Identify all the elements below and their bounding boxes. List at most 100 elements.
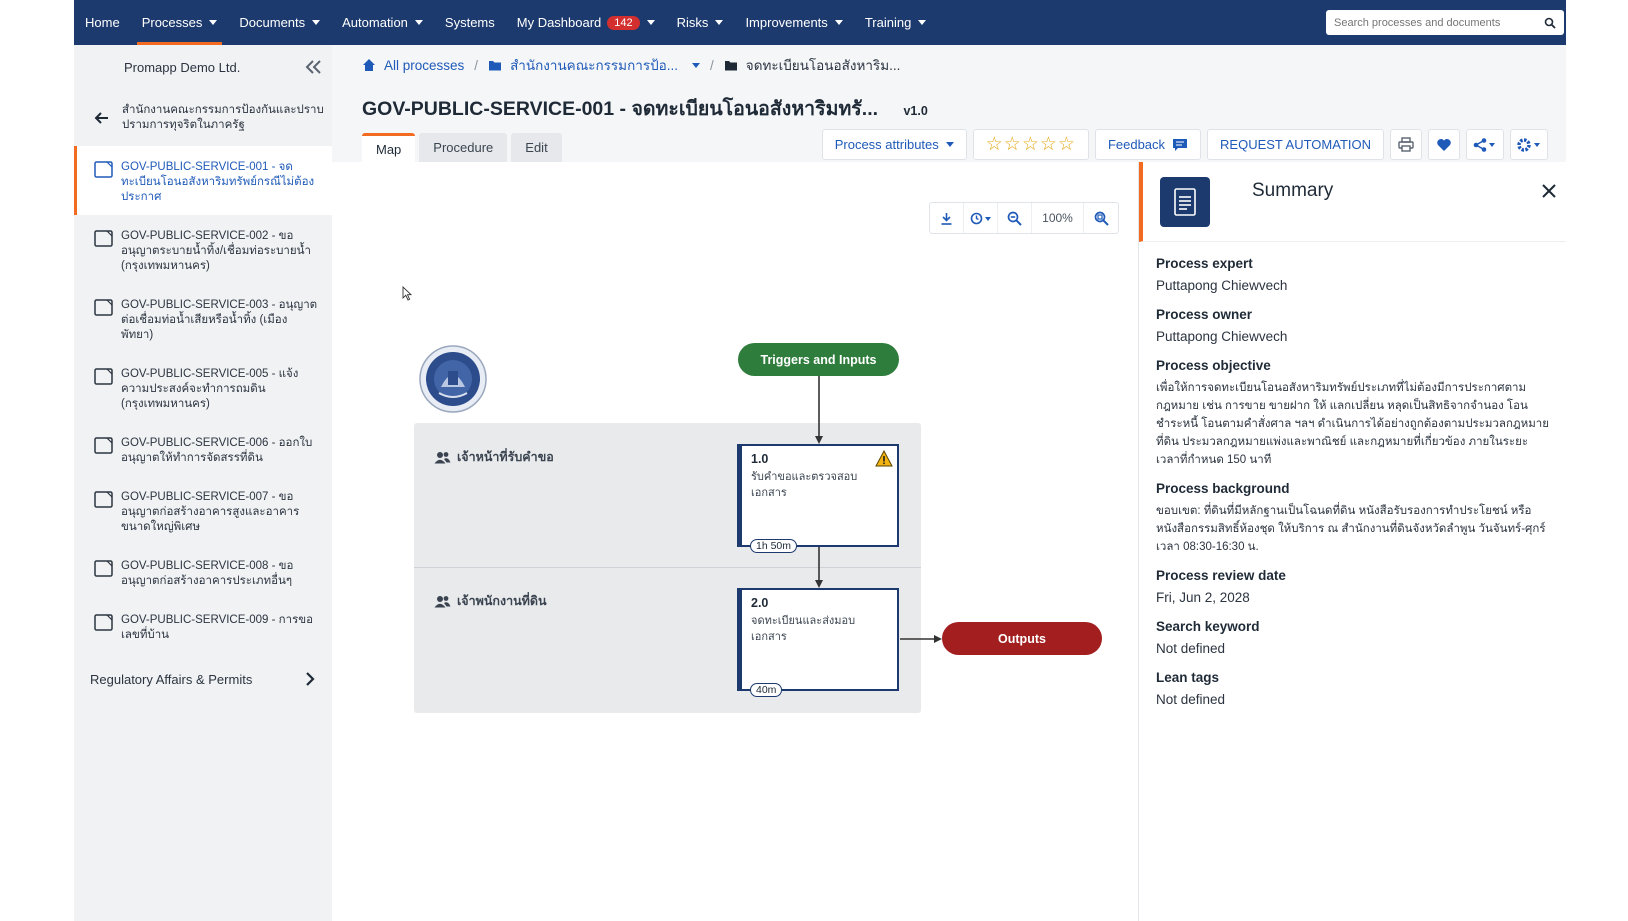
sidebar-process-label: GOV-PUBLIC-SERVICE-001 - จดทะเบียนโอนอสั… — [121, 161, 315, 203]
star-icon[interactable]: ☆☆☆☆☆ — [986, 133, 1076, 156]
nav-training[interactable]: Training — [854, 0, 937, 45]
nav-risks[interactable]: Risks — [666, 0, 735, 45]
sidebar-group-regulatory[interactable]: Regulatory Affairs & Permits — [74, 659, 332, 699]
zoom-fit-icon — [1094, 211, 1109, 226]
process-map-canvas[interactable]: 100% เจ้าหน้าที่รับคำขอ เจ้าพนักงานที่ดิ… — [332, 162, 1138, 921]
sidebar-process-label: GOV-PUBLIC-SERVICE-003 - อนุญาตต่อเชื่อม… — [121, 299, 318, 341]
users-icon — [434, 595, 451, 607]
summary-field: Process owner Puttapong Chiewvech — [1156, 307, 1550, 346]
home-icon — [363, 59, 375, 71]
tab-edit[interactable]: Edit — [511, 133, 562, 162]
nav-home[interactable]: Home — [74, 0, 131, 45]
page-title-text: GOV-PUBLIC-SERVICE-001 - จดทะเบียนโอนอสั… — [362, 98, 879, 120]
settings-button[interactable] — [1510, 129, 1548, 160]
zoom-level: 100% — [1032, 203, 1084, 233]
org-row: Promapp Demo Ltd. — [74, 45, 332, 89]
org-name: Promapp Demo Ltd. — [124, 59, 241, 75]
sidebar-process-item[interactable]: GOV-PUBLIC-SERVICE-006 - ออกใบอนุญาตให้ท… — [74, 422, 332, 476]
zoom-out-button[interactable] — [998, 203, 1032, 233]
breadcrumb-group[interactable]: สำนักงานคณะกรรมการป้อ... — [510, 54, 678, 76]
field-label: Search keyword — [1156, 619, 1260, 634]
summary-title: Summary — [1252, 179, 1334, 201]
process-doc-icon — [94, 560, 113, 577]
feedback-button[interactable]: Feedback — [1094, 129, 1202, 160]
search-box — [1326, 10, 1564, 35]
nav-systems[interactable]: Systems — [434, 0, 506, 45]
favorite-button[interactable] — [1428, 129, 1460, 160]
sidebar-process-item[interactable]: GOV-PUBLIC-SERVICE-005 - แจ้งความประสงค์… — [74, 353, 332, 422]
lane-label: เจ้าหน้าที่รับคำขอ — [434, 447, 554, 467]
nav-improvements[interactable]: Improvements — [734, 0, 853, 45]
process-doc-icon — [94, 437, 113, 454]
main-content: All processes / สำนักงานคณะกรรมการป้อ...… — [332, 45, 1566, 921]
zoom-reset-button[interactable] — [1084, 203, 1118, 233]
outputs-node[interactable]: Outputs — [942, 622, 1102, 655]
history-button[interactable] — [964, 203, 998, 233]
share-button[interactable] — [1466, 129, 1504, 160]
activity-number: 2.0 — [751, 596, 769, 610]
summary-panel: Summary Process expert Puttapong Chiewve… — [1138, 162, 1566, 921]
sidebar-process-item[interactable]: GOV-PUBLIC-SERVICE-002 - ขออนุญาตระบายน้… — [74, 215, 332, 284]
sidebar-process-item[interactable]: GOV-PUBLIC-SERVICE-003 - อนุญาตต่อเชื่อม… — [74, 284, 332, 353]
activity-box[interactable]: 1.0 รับคำขอและตรวจสอบเอกสาร 1h 50m — [737, 444, 899, 553]
chevron-down-icon — [918, 20, 927, 25]
organization-seal-logo — [419, 345, 487, 413]
folder-icon — [489, 61, 502, 71]
tab-procedure[interactable]: Procedure — [419, 133, 508, 162]
share-icon — [1473, 137, 1495, 152]
search-icon[interactable] — [1544, 17, 1556, 29]
process-doc-icon — [94, 368, 113, 385]
top-nav: Home Processes Documents Automation Syst… — [74, 0, 1566, 45]
dashboard-count-badge: 142 — [607, 15, 640, 30]
nav-processes[interactable]: Processes — [131, 0, 229, 45]
sidebar-process-item[interactable]: GOV-PUBLIC-SERVICE-007 - ขออนุญาตก่อสร้า… — [74, 476, 332, 545]
folder-icon — [724, 61, 737, 71]
double-chevron-left-icon[interactable] — [302, 56, 324, 78]
field-value: ขอบเขต: ที่ดินที่มีหลักฐานเป็นโฉนดที่ดิน… — [1156, 505, 1546, 553]
request-automation-button[interactable]: REQUEST AUTOMATION — [1207, 129, 1384, 160]
process-attributes-button[interactable]: Process attributes — [821, 129, 967, 160]
map-toolbar: 100% — [929, 202, 1119, 234]
tab-map[interactable]: Map — [362, 133, 416, 162]
chevron-down-icon[interactable] — [692, 62, 701, 68]
summary-field: Lean tags Not defined — [1156, 670, 1550, 709]
summary-field: Process review date Fri, Jun 2, 2028 — [1156, 568, 1550, 607]
download-button[interactable] — [930, 203, 964, 233]
process-toolbar: Process attributes ☆☆☆☆☆ Feedback REQUES… — [821, 129, 1548, 160]
outside-margin-right — [1566, 0, 1628, 921]
zoom-out-icon — [1007, 211, 1022, 226]
sidebar-process-label: GOV-PUBLIC-SERVICE-002 - ขออนุญาตระบายน้… — [121, 230, 311, 272]
summary-field: Search keyword Not defined — [1156, 619, 1550, 658]
field-value: เพื่อให้การจดทะเบียนโอนอสังหาริมทรัพย์ปร… — [1156, 382, 1549, 466]
summary-header: Summary — [1139, 162, 1566, 242]
triggers-inputs-node[interactable]: Triggers and Inputs — [738, 343, 899, 376]
activity-number: 1.0 — [751, 452, 769, 466]
star-rating[interactable]: ☆☆☆☆☆ — [972, 129, 1089, 160]
close-icon[interactable] — [1542, 184, 1556, 198]
sidebar-process-label: GOV-PUBLIC-SERVICE-009 - การขอเลขที่บ้าน — [121, 614, 314, 641]
summary-field: Process expert Puttapong Chiewvech — [1156, 256, 1550, 295]
sidebar-parent-group[interactable]: สำนักงานคณะกรรมการป้องกันและปราบปรามการท… — [74, 89, 332, 146]
download-icon — [941, 212, 952, 225]
field-value: Not defined — [1156, 692, 1226, 707]
page-title: GOV-PUBLIC-SERVICE-001 - จดทะเบียนโอนอสั… — [362, 93, 928, 124]
view-tabs: Map Procedure Edit — [362, 133, 566, 162]
print-button[interactable] — [1390, 129, 1422, 160]
summary-document-icon — [1160, 176, 1210, 227]
duration-badge: 40m — [750, 683, 783, 697]
nav-dashboard[interactable]: My Dashboard 142 — [506, 0, 666, 45]
process-doc-icon — [94, 491, 113, 508]
sidebar-process-item[interactable]: GOV-PUBLIC-SERVICE-001 - จดทะเบียนโอนอสั… — [74, 146, 332, 215]
breadcrumb-all-processes[interactable]: All processes — [384, 58, 464, 73]
chevron-down-icon — [945, 142, 954, 147]
search-input[interactable] — [1334, 16, 1534, 29]
warning-icon — [875, 450, 893, 467]
sidebar-process-label: GOV-PUBLIC-SERVICE-005 - แจ้งความประสงค์… — [121, 368, 299, 410]
chevron-down-icon — [646, 20, 655, 25]
users-icon — [434, 451, 451, 463]
sidebar-process-item[interactable]: GOV-PUBLIC-SERVICE-009 - การขอเลขที่บ้าน — [74, 599, 332, 653]
activity-box[interactable]: 2.0 จดทะเบียนและส่งมอบเอกสาร 40m — [737, 588, 899, 697]
nav-documents[interactable]: Documents — [228, 0, 331, 45]
nav-automation[interactable]: Automation — [331, 0, 434, 45]
sidebar-process-item[interactable]: GOV-PUBLIC-SERVICE-008 - ขออนุญาตก่อสร้า… — [74, 545, 332, 599]
